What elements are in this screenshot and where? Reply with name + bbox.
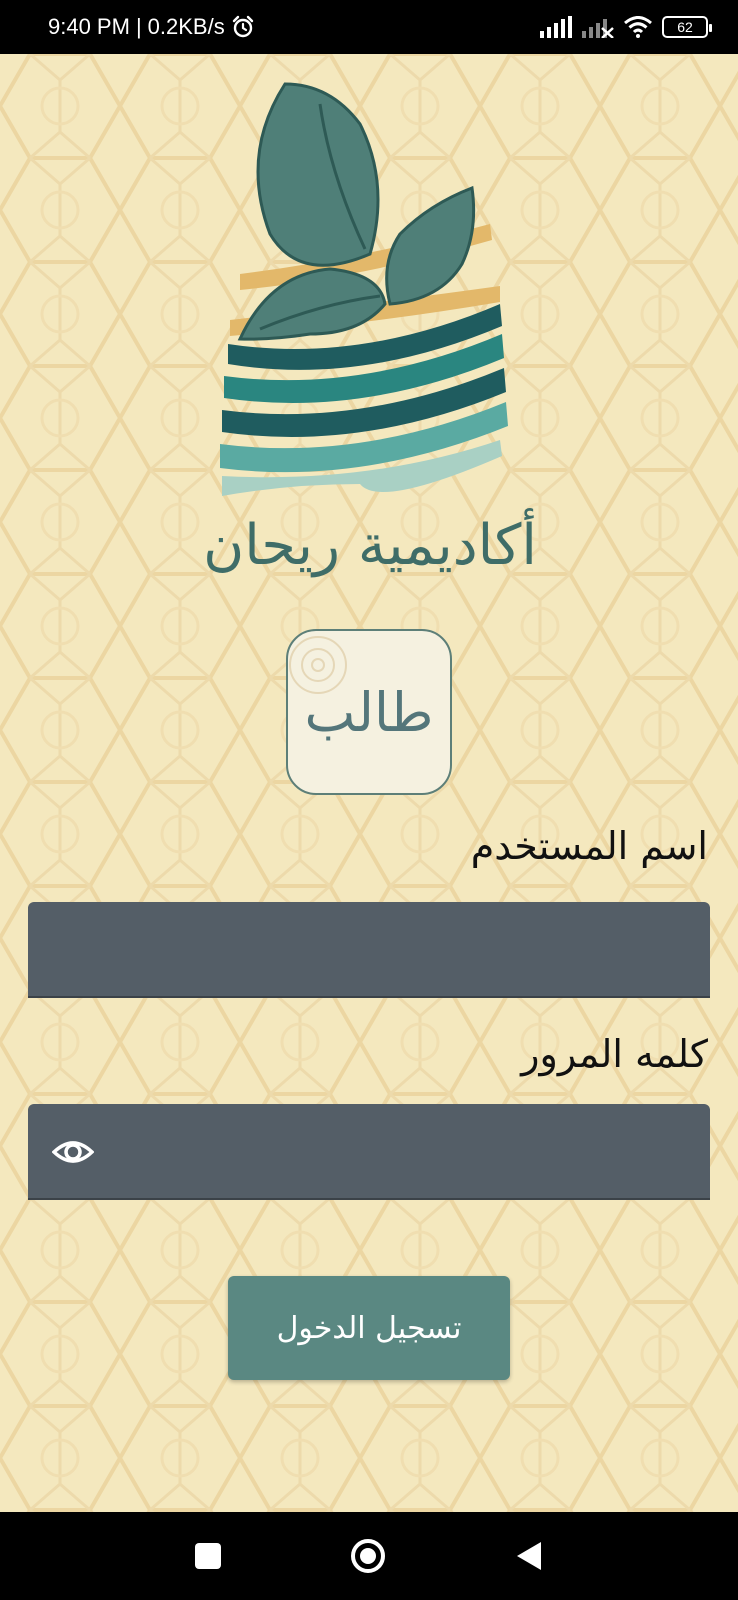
- navigation-bar: [0, 1512, 738, 1600]
- username-input[interactable]: [28, 902, 710, 996]
- battery-level: 62: [677, 19, 693, 35]
- password-input[interactable]: [28, 1104, 710, 1198]
- status-left: 9:40 PM | 0.2KB/s: [48, 14, 255, 40]
- academy-logo: أكاديمية ريحان: [203, 82, 537, 578]
- recents-button[interactable]: [195, 1543, 221, 1569]
- network-speed: 0.2KB/s: [147, 14, 225, 39]
- password-label: كلمه المرور: [521, 1032, 708, 1076]
- role-card-student[interactable]: طالب: [286, 629, 452, 795]
- ornament-icon: [289, 636, 347, 694]
- alarm-icon: [232, 15, 253, 38]
- password-field[interactable]: [28, 1104, 710, 1200]
- battery-indicator: 62: [662, 16, 712, 38]
- username-field[interactable]: [28, 902, 710, 998]
- login-button[interactable]: تسجيل الدخول: [228, 1276, 510, 1380]
- status-separator: |: [135, 14, 142, 39]
- eye-icon[interactable]: [52, 1134, 94, 1170]
- status-right: 62: [540, 16, 712, 38]
- signal-icon: [540, 16, 572, 38]
- username-label: اسم المستخدم: [470, 824, 708, 868]
- signal-no-service-icon: [582, 19, 614, 38]
- login-button-label: تسجيل الدخول: [276, 1310, 462, 1346]
- back-button[interactable]: [515, 1540, 543, 1572]
- wifi-icon: [624, 16, 652, 38]
- home-button[interactable]: [350, 1538, 386, 1574]
- login-screen: أكاديمية ريحان طالب اسم المستخدم كلمه ال…: [0, 54, 738, 1512]
- status-bar: 9:40 PM | 0.2KB/s 62: [0, 0, 738, 54]
- status-time: 9:40 PM: [48, 14, 130, 39]
- brand-name: أكاديمية ريحان: [203, 508, 537, 578]
